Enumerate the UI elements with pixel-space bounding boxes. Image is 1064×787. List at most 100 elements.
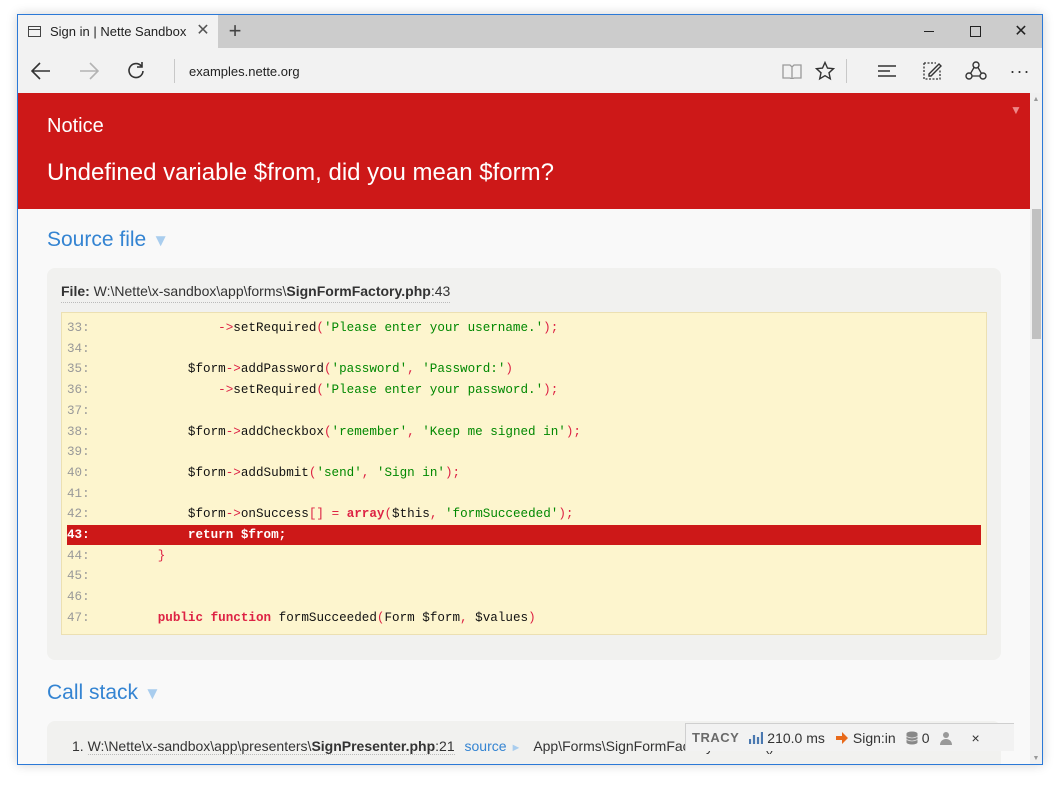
expand-arrow-icon: ▼	[144, 684, 161, 703]
share-button[interactable]	[964, 60, 988, 82]
tab-sign-in[interactable]: Sign in | Nette Sandbox ✕	[18, 15, 218, 48]
call-stack-heading[interactable]: Call stack ▼	[47, 681, 161, 705]
book-icon	[782, 64, 802, 79]
code-line: 47: public function formSucceeded(Form $…	[67, 608, 981, 628]
line-number: 34:	[67, 341, 90, 356]
close-icon: ✕	[1014, 22, 1028, 40]
minimize-icon	[924, 31, 934, 32]
user-icon	[940, 731, 953, 745]
call-stack-row: 1. W:\Nette\x-sandbox\app\presenters\Sig…	[72, 738, 774, 755]
code-line: 35: $form->addPassword('password', 'Pass…	[67, 359, 981, 379]
browser-window: Sign in | Nette Sandbox ✕ + ✕ examples.n…	[17, 14, 1043, 765]
source-link[interactable]: source	[465, 738, 507, 754]
code-line: 46:	[67, 587, 981, 607]
code-line: 44: }	[67, 546, 981, 566]
maximize-icon	[969, 26, 981, 37]
tracy-user-panel[interactable]	[939, 731, 957, 745]
collapse-toggle-icon[interactable]: ▼	[1010, 103, 1022, 117]
refresh-button[interactable]	[123, 58, 149, 84]
navigation-bar: examples.nette.org ···	[18, 48, 1042, 94]
error-header: Notice Undefined variable $from, did you…	[18, 93, 1030, 209]
line-number: 36:	[67, 383, 90, 398]
stack-index: 1.	[72, 738, 84, 754]
web-note-button[interactable]	[920, 60, 944, 82]
tab-close-icon[interactable]: ✕	[195, 22, 211, 40]
code-text: $form->addCheckbox('remember', 'Keep me …	[105, 424, 581, 439]
route-arrow-icon	[835, 731, 848, 744]
source-file-panel: File: W:\Nette\x-sandbox\app\forms\SignF…	[47, 268, 1001, 660]
source-file-heading[interactable]: Source file ▼	[47, 228, 169, 252]
tracy-route-panel[interactable]: Sign:in	[835, 730, 896, 746]
line-number: 41:	[67, 486, 90, 501]
line-number: 33:	[67, 321, 90, 335]
share-icon	[965, 61, 987, 80]
vertical-scrollbar[interactable]: ▲ ▼	[1030, 93, 1042, 764]
source-file-title: Source file	[47, 228, 147, 251]
reading-view-button[interactable]	[780, 60, 804, 82]
code-text: }	[157, 548, 166, 563]
page-icon	[28, 26, 41, 37]
code-line: 41:	[67, 484, 981, 504]
tab-title: Sign in | Nette Sandbox	[50, 24, 187, 39]
code-text: $form->addPassword('password', 'Password…	[105, 362, 513, 377]
hub-icon	[878, 65, 896, 77]
file-name: SignFormFactory.php	[286, 283, 431, 299]
code-text: ->setRequired('Please enter your usernam…	[218, 321, 559, 335]
address-bar[interactable]: examples.nette.org	[189, 64, 300, 79]
line-number: 46:	[67, 590, 90, 605]
file-label: File:	[61, 283, 90, 299]
page-content: Notice Undefined variable $from, did you…	[18, 93, 1030, 764]
line-number: 42:	[67, 507, 90, 522]
call-stack-title: Call stack	[47, 681, 139, 704]
line-number: 37:	[67, 403, 90, 418]
line-number: 45:	[67, 569, 90, 584]
line-number: 39:	[67, 445, 90, 460]
stack-file-line: :21	[435, 738, 455, 754]
stack-file-path[interactable]: W:\Nette\x-sandbox\app\presenters\SignPr…	[87, 738, 455, 755]
code-text: $form->onSuccess[] = array($this, 'formS…	[105, 507, 574, 522]
error-type: Notice	[47, 115, 104, 137]
star-icon	[815, 61, 835, 81]
expand-arrow-icon: ▼	[152, 231, 170, 250]
code-line: 33: ->setRequired('Please enter your use…	[67, 318, 981, 338]
stack-file-dir: W:\Nette\x-sandbox\app\presenters\	[87, 738, 312, 754]
tracy-route: Sign:in	[852, 729, 896, 746]
maximize-button[interactable]	[952, 15, 998, 48]
stack-file-name: SignPresenter.php	[311, 738, 436, 754]
scrollbar-thumb[interactable]	[1032, 209, 1041, 339]
database-icon	[905, 731, 918, 744]
code-line: 34:	[67, 339, 981, 359]
arrow-left-icon	[31, 62, 50, 80]
arrow-right-icon	[80, 62, 99, 80]
scroll-up-icon[interactable]: ▲	[1030, 93, 1042, 107]
tracy-logo[interactable]: TRACY	[692, 730, 739, 745]
code-line: 42: $form->onSuccess[] = array($this, 'f…	[67, 504, 981, 524]
code-line: 36: ->setRequired('Please enter your pas…	[67, 380, 981, 400]
minimize-button[interactable]	[906, 15, 952, 48]
line-number: 35:	[67, 362, 90, 377]
more-button[interactable]: ···	[1008, 60, 1032, 82]
scroll-down-icon[interactable]: ▼	[1030, 752, 1042, 764]
line-number: 43:	[67, 528, 90, 542]
tracy-time-panel[interactable]: 210.0 ms	[749, 730, 825, 746]
forward-button[interactable]	[76, 58, 102, 84]
play-arrow-icon: ►	[510, 742, 522, 754]
hub-button[interactable]	[875, 60, 899, 82]
window-close-button[interactable]: ✕	[998, 15, 1042, 48]
code-text: ->setRequired('Please enter your passwor…	[218, 383, 559, 398]
line-number: 38:	[67, 424, 90, 439]
tracy-database-panel[interactable]: 0	[905, 730, 929, 746]
file-line-number: :43	[430, 283, 451, 299]
new-tab-button[interactable]: +	[225, 20, 245, 42]
favorite-button[interactable]	[813, 60, 837, 82]
file-dir: W:\Nette\x-sandbox\app\forms\	[93, 283, 287, 299]
tracy-close-button[interactable]: ×	[971, 730, 979, 746]
code-text: public function formSucceeded(Form $form…	[157, 610, 536, 625]
code-line-highlighted: 43: return $from;	[67, 525, 981, 545]
code-text: return $from;	[187, 528, 287, 542]
tracy-time: 210.0 ms	[767, 729, 825, 746]
line-number: 47:	[67, 610, 90, 625]
note-icon	[923, 62, 942, 80]
back-button[interactable]	[28, 58, 54, 84]
file-path[interactable]: File: W:\Nette\x-sandbox\app\forms\SignF…	[61, 283, 451, 303]
